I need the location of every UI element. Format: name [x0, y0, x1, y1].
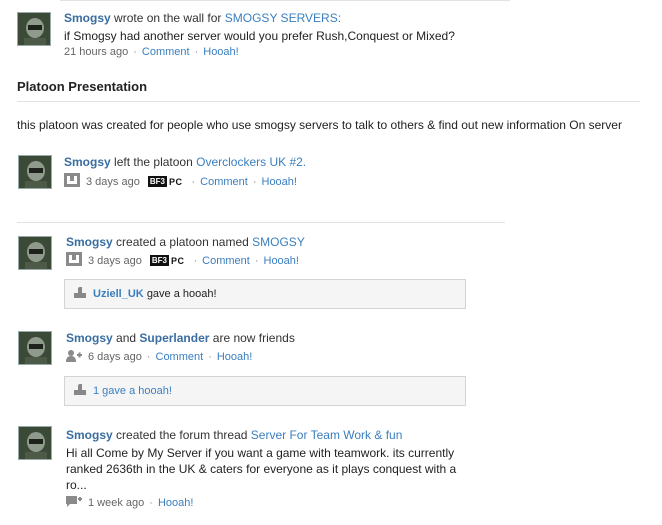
- thread-excerpt: Hi all Come by My Server if you want a g…: [66, 445, 456, 493]
- friend-link[interactable]: Superlander: [139, 331, 209, 345]
- avatar[interactable]: [18, 236, 52, 270]
- hooah-link[interactable]: Hooah!: [217, 351, 252, 363]
- avatar[interactable]: [18, 426, 52, 460]
- avatar[interactable]: [18, 331, 52, 365]
- event-header: Smogsy created a platoon named SMOGSY: [66, 235, 305, 249]
- hooah-link[interactable]: Hooah!: [262, 176, 297, 188]
- hooah-box: Uziell_UK gave a hooah!: [64, 279, 466, 309]
- timestamp: 6 days ago: [88, 351, 142, 363]
- comment-link[interactable]: Comment: [156, 351, 204, 363]
- wall-post-body: if Smogsy had another server would you p…: [64, 29, 455, 43]
- comment-link[interactable]: Comment: [142, 46, 190, 58]
- timestamp: 3 days ago: [86, 175, 140, 188]
- comment-link[interactable]: Comment: [202, 255, 250, 267]
- hooah-link[interactable]: Hooah!: [203, 46, 238, 58]
- event-header: Smogsy and Superlander are now friends: [66, 331, 295, 345]
- game-badge: BF3: [149, 255, 169, 266]
- action-text: left the platoon: [114, 155, 193, 169]
- wall-post-meta: 21 hours ago · Comment · Hooah!: [64, 46, 239, 58]
- section-divider: [17, 101, 640, 102]
- platform-badge: BF3 PC: [147, 176, 183, 187]
- platoon-icon: [64, 173, 80, 190]
- hooah-icon: [73, 286, 87, 302]
- wall-post-header: Smogsy wrote on the wall for SMOGSY SERV…: [64, 11, 341, 25]
- timestamp: 3 days ago: [88, 254, 142, 267]
- platoon-description: this platoon was created for people who …: [17, 118, 622, 132]
- user-link[interactable]: Uziell_UK: [93, 288, 144, 300]
- action-text: created the forum thread: [116, 428, 248, 442]
- timestamp: 1 week ago: [88, 497, 145, 509]
- avatar[interactable]: [17, 12, 51, 46]
- user-link[interactable]: Smogsy: [66, 235, 113, 249]
- section-heading: Platoon Presentation: [17, 79, 148, 94]
- user-link[interactable]: Smogsy: [66, 331, 113, 345]
- hooah-count-link[interactable]: 1 gave a hooah!: [93, 385, 172, 397]
- platform-badge: BF3 PC: [149, 255, 185, 266]
- event-divider: [17, 222, 505, 223]
- add-friend-icon: [66, 349, 82, 365]
- conjunction-text: and: [116, 331, 137, 345]
- hooah-text: gave a hooah!: [146, 288, 217, 300]
- action-text: created a platoon named: [116, 235, 249, 249]
- hooah-link[interactable]: Hooah!: [158, 497, 193, 509]
- game-badge: BF3: [147, 176, 167, 187]
- platoon-icon: [66, 252, 82, 269]
- action-text: are now friends: [212, 331, 295, 345]
- event-header: Smogsy left the platoon Overclockers UK …: [64, 155, 306, 169]
- hooah-box: 1 gave a hooah!: [64, 376, 466, 406]
- avatar[interactable]: [18, 155, 52, 189]
- user-link[interactable]: Smogsy: [64, 155, 111, 169]
- platoon-link[interactable]: Overclockers UK #2.: [196, 155, 306, 169]
- event-meta: 3 days ago BF3 PC · Comment · Hooah!: [64, 173, 297, 190]
- hooah-icon: [73, 383, 87, 399]
- forum-thread-link[interactable]: Server For Team Work & fun: [251, 428, 403, 442]
- user-link[interactable]: Smogsy: [66, 428, 113, 442]
- excerpt-line: ranked 2636th in the UK & caters for eve…: [66, 462, 457, 476]
- event-meta: 6 days ago · Comment · Hooah!: [66, 349, 252, 365]
- event-meta: 3 days ago BF3 PC · Comment · Hooah!: [66, 252, 299, 269]
- event-meta: 1 week ago · Hooah!: [66, 495, 193, 511]
- hooah-link[interactable]: Hooah!: [264, 255, 299, 267]
- comment-link[interactable]: Comment: [200, 176, 248, 188]
- timestamp: 21 hours ago: [64, 46, 129, 58]
- action-text: wrote on the wall for: [114, 11, 222, 25]
- wall-target-link[interactable]: SMOGSY SERVERS:: [225, 11, 341, 25]
- pc-label: PC: [168, 176, 183, 187]
- event-header: Smogsy created the forum thread Server F…: [66, 428, 402, 442]
- pc-label: PC: [170, 255, 185, 266]
- excerpt-line: Hi all Come by My Server if you want a g…: [66, 446, 455, 460]
- platoon-link[interactable]: SMOGSY: [252, 235, 305, 249]
- forum-post-icon: [66, 495, 82, 511]
- top-divider: [60, 0, 510, 1]
- excerpt-line: ro...: [66, 478, 87, 492]
- user-link[interactable]: Smogsy: [64, 11, 111, 25]
